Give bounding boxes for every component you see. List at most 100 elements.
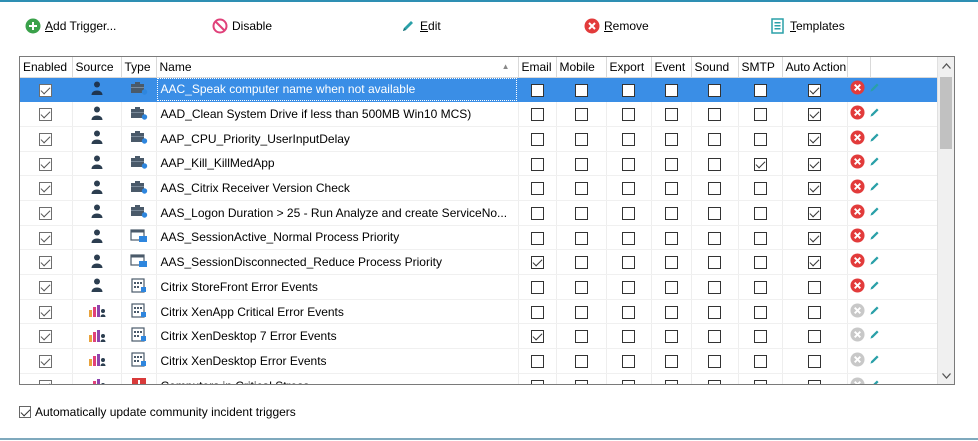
smtp-checkbox[interactable] bbox=[753, 379, 767, 384]
enabled-checkbox[interactable] bbox=[39, 157, 53, 171]
table-row[interactable]: AAC_Speak computer name when not availab… bbox=[20, 77, 939, 103]
mobile-checkbox[interactable] bbox=[574, 182, 588, 196]
auto_action-checkbox[interactable] bbox=[808, 281, 821, 294]
mobile-checkbox[interactable] bbox=[574, 305, 588, 319]
email-checkbox[interactable] bbox=[530, 132, 544, 146]
row-remove-icon[interactable] bbox=[849, 352, 865, 370]
export-checkbox[interactable] bbox=[622, 379, 635, 384]
enabled-checkbox[interactable] bbox=[39, 379, 53, 384]
export-checkbox[interactable] bbox=[622, 231, 635, 245]
auto_action-checkbox[interactable] bbox=[808, 108, 821, 122]
smtp-checkbox[interactable] bbox=[753, 355, 767, 369]
templates-button[interactable]: Templates bbox=[770, 14, 845, 38]
sound-checkbox[interactable] bbox=[708, 305, 721, 319]
row-remove-icon[interactable] bbox=[849, 278, 865, 296]
enabled-checkbox[interactable] bbox=[39, 83, 53, 97]
mobile-checkbox[interactable] bbox=[574, 330, 588, 344]
col-header-export[interactable]: Export bbox=[606, 57, 652, 78]
event-checkbox[interactable] bbox=[664, 256, 678, 270]
add-trigger-button[interactable]: Add Trigger... bbox=[25, 14, 116, 38]
col-header-name[interactable]: Name ▲ bbox=[156, 57, 519, 78]
smtp-checkbox[interactable] bbox=[753, 83, 767, 97]
row-edit-icon[interactable] bbox=[868, 304, 881, 320]
row-edit-icon[interactable] bbox=[868, 279, 881, 295]
auto_action-checkbox[interactable] bbox=[808, 132, 821, 146]
event-checkbox[interactable] bbox=[664, 355, 678, 369]
row-remove-icon[interactable] bbox=[849, 303, 865, 321]
event-checkbox[interactable] bbox=[664, 231, 678, 245]
col-header-smtp[interactable]: SMTP bbox=[738, 57, 783, 78]
edit-button[interactable]: Edit bbox=[400, 14, 441, 38]
export-checkbox[interactable] bbox=[622, 83, 635, 97]
row-edit-icon[interactable] bbox=[868, 353, 881, 369]
row-edit-icon[interactable] bbox=[868, 131, 881, 147]
sound-checkbox[interactable] bbox=[708, 231, 721, 245]
email-checkbox[interactable] bbox=[530, 355, 544, 369]
row-remove-icon[interactable] bbox=[849, 327, 865, 345]
table-row[interactable]: Citrix XenDesktop 7 Error Events bbox=[20, 323, 939, 350]
auto_action-checkbox[interactable] bbox=[808, 355, 821, 369]
sound-checkbox[interactable] bbox=[708, 355, 721, 369]
enabled-checkbox[interactable] bbox=[39, 305, 53, 319]
row-remove-icon[interactable] bbox=[849, 105, 865, 123]
table-row[interactable]: AAS_SessionDisconnected_Reduce Process P… bbox=[20, 249, 939, 275]
row-remove-icon[interactable] bbox=[849, 377, 865, 384]
enabled-checkbox[interactable] bbox=[39, 206, 53, 220]
email-checkbox[interactable] bbox=[530, 281, 544, 294]
enabled-checkbox[interactable] bbox=[39, 132, 53, 146]
scroll-up-button[interactable] bbox=[938, 57, 954, 74]
enabled-checkbox[interactable] bbox=[39, 256, 53, 270]
sound-checkbox[interactable] bbox=[708, 83, 721, 97]
sound-checkbox[interactable] bbox=[708, 281, 721, 294]
sound-checkbox[interactable] bbox=[708, 206, 721, 220]
auto_action-checkbox[interactable] bbox=[808, 379, 821, 384]
row-remove-icon[interactable] bbox=[849, 204, 865, 222]
auto_action-checkbox[interactable] bbox=[808, 182, 821, 196]
smtp-checkbox[interactable] bbox=[753, 182, 767, 196]
email-checkbox[interactable] bbox=[530, 305, 544, 319]
row-remove-icon[interactable] bbox=[849, 253, 865, 271]
event-checkbox[interactable] bbox=[664, 330, 678, 344]
row-remove-icon[interactable] bbox=[849, 80, 865, 98]
smtp-checkbox[interactable] bbox=[753, 281, 767, 294]
remove-button[interactable]: Remove bbox=[584, 14, 649, 38]
mobile-checkbox[interactable] bbox=[574, 83, 588, 97]
export-checkbox[interactable] bbox=[622, 206, 635, 220]
export-checkbox[interactable] bbox=[622, 108, 635, 122]
smtp-checkbox[interactable] bbox=[753, 206, 767, 220]
enabled-checkbox[interactable] bbox=[39, 231, 53, 245]
export-checkbox[interactable] bbox=[622, 330, 635, 344]
col-header-email[interactable]: Email bbox=[518, 57, 557, 78]
export-checkbox[interactable] bbox=[622, 132, 635, 146]
col-header-source[interactable]: Source bbox=[72, 57, 122, 78]
scroll-thumb[interactable] bbox=[940, 77, 952, 149]
auto_action-checkbox[interactable] bbox=[808, 83, 821, 97]
table-row[interactable]: Citrix XenDesktop Error Events bbox=[20, 348, 939, 374]
mobile-checkbox[interactable] bbox=[574, 379, 588, 384]
mobile-checkbox[interactable] bbox=[574, 231, 588, 245]
vertical-scrollbar[interactable] bbox=[937, 57, 954, 384]
row-edit-icon[interactable] bbox=[868, 106, 881, 122]
table-row[interactable]: AAD_Clean System Drive if less than 500M… bbox=[20, 101, 939, 127]
enabled-checkbox[interactable] bbox=[39, 182, 53, 196]
email-checkbox[interactable] bbox=[530, 330, 544, 344]
mobile-checkbox[interactable] bbox=[574, 206, 588, 220]
smtp-checkbox[interactable] bbox=[753, 330, 767, 344]
auto-update-checkbox[interactable] bbox=[19, 406, 31, 418]
disable-button[interactable]: Disable bbox=[212, 14, 272, 38]
email-checkbox[interactable] bbox=[530, 83, 544, 97]
event-checkbox[interactable] bbox=[664, 108, 678, 122]
scroll-down-button[interactable] bbox=[938, 367, 954, 384]
email-checkbox[interactable] bbox=[530, 157, 544, 171]
sound-checkbox[interactable] bbox=[708, 108, 721, 122]
col-header-auto-action[interactable]: Auto Action bbox=[782, 57, 848, 78]
email-checkbox[interactable] bbox=[530, 231, 544, 245]
row-edit-icon[interactable] bbox=[868, 378, 881, 384]
row-remove-icon[interactable] bbox=[849, 179, 865, 197]
col-header-event[interactable]: Event bbox=[651, 57, 692, 78]
table-row[interactable]: AAS_SessionActive_Normal Process Priorit… bbox=[20, 225, 939, 251]
table-row[interactable]: AAS_Logon Duration > 25 - Run Analyze an… bbox=[20, 200, 939, 226]
col-header-enabled[interactable]: Enabled bbox=[20, 57, 73, 78]
event-checkbox[interactable] bbox=[664, 157, 678, 171]
row-edit-icon[interactable] bbox=[868, 180, 881, 196]
